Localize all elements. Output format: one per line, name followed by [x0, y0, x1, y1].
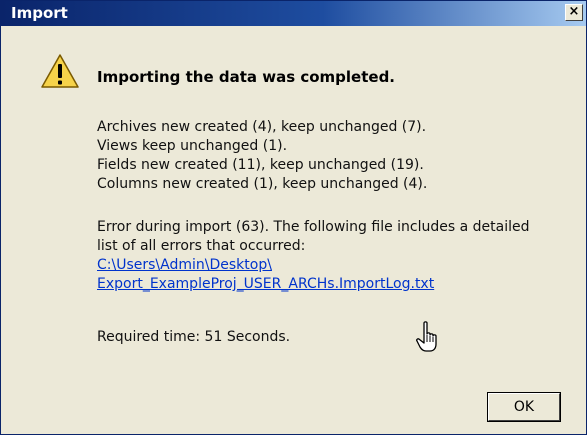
hand-pointer-icon: [416, 321, 437, 352]
summary-views: Views keep unchanged (1).: [97, 138, 288, 154]
required-time-text: Required time: 51 Seconds.: [97, 329, 291, 345]
summary-block: Archives new created (4), keep unchanged…: [97, 118, 427, 194]
summary-columns: Columns new created (1), keep unchanged …: [97, 176, 428, 192]
error-text-line-2: list of all errors that occurred:: [97, 238, 306, 254]
log-file-link-name[interactable]: Export_ExampleProj_USER_ARCHs.ImportLog.…: [97, 275, 530, 294]
import-dialog: Import × Importing the data was complete…: [0, 0, 587, 435]
close-button[interactable]: ×: [565, 4, 583, 21]
error-block: Error during import (63). The following …: [97, 218, 530, 294]
title-bar[interactable]: Import ×: [1, 1, 586, 26]
window-title: Import: [11, 4, 68, 22]
error-text-line-1: Error during import (63). The following …: [97, 219, 530, 235]
required-time-block: Required time: 51 Seconds.: [97, 328, 290, 347]
ok-button[interactable]: OK: [487, 392, 561, 422]
close-icon: ×: [568, 4, 580, 19]
summary-archives: Archives new created (4), keep unchanged…: [97, 119, 427, 135]
message-heading: Importing the data was completed.: [97, 68, 396, 86]
summary-fields: Fields new created (11), keep unchanged …: [97, 157, 424, 173]
warning-icon: [41, 54, 79, 88]
dialog-content: Importing the data was completed. Archiv…: [1, 26, 586, 434]
log-file-link-path[interactable]: C:\Users\Admin\Desktop\: [97, 256, 530, 275]
